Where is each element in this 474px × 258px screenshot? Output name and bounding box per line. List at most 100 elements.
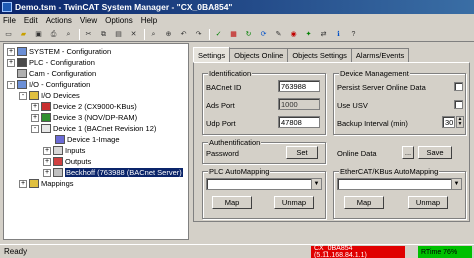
tree-label: Outputs bbox=[65, 157, 92, 166]
save-online-data-button[interactable]: Save bbox=[418, 146, 452, 159]
tree-item-beckhoff-bacnet-server[interactable]: + Beckhoff (763988 (BACnet Server) bbox=[43, 167, 183, 178]
new-file-icon[interactable]: ▭ bbox=[2, 28, 15, 40]
tab-strip: Settings Objects Online Objects Settings… bbox=[193, 47, 410, 62]
ethercat-map-button[interactable]: Map bbox=[344, 196, 384, 209]
bacnet-id-field[interactable]: 763988 bbox=[278, 80, 320, 92]
cam-icon bbox=[17, 69, 27, 78]
tab-objects-online[interactable]: Objects Online bbox=[229, 48, 289, 62]
open-folder-icon[interactable]: ▰ bbox=[17, 28, 30, 40]
zoom-icon[interactable]: ⊕ bbox=[162, 28, 175, 40]
save-icon[interactable]: ▣ bbox=[32, 28, 45, 40]
menu-options[interactable]: Options bbox=[105, 16, 133, 25]
expand-icon[interactable]: + bbox=[7, 58, 15, 67]
toggle-free-run-icon[interactable]: ✎ bbox=[272, 28, 285, 40]
title-bar: Demo.tsm - TwinCAT System Manager - "CX_… bbox=[0, 0, 474, 14]
restart-run-icon[interactable]: ↻ bbox=[242, 28, 255, 40]
expand-icon[interactable]: + bbox=[31, 113, 39, 122]
find-icon[interactable]: ⌕ bbox=[147, 28, 160, 40]
expand-icon[interactable]: + bbox=[7, 47, 15, 56]
tree-item-system[interactable]: + SYSTEM - Configuration bbox=[7, 46, 111, 57]
tree-item-device-1-image[interactable]: Device 1-Image bbox=[55, 134, 120, 145]
ethercat-automapping-select[interactable]: ▼ bbox=[337, 178, 462, 190]
config-mode-icon[interactable]: ⟳ bbox=[257, 28, 270, 40]
bacnet-server-icon bbox=[53, 168, 63, 177]
check-configuration-icon[interactable]: ✓ bbox=[212, 28, 225, 40]
tab-settings[interactable]: Settings bbox=[193, 47, 231, 62]
network-icon[interactable]: ⇄ bbox=[317, 28, 330, 40]
print-icon[interactable]: ⎙ bbox=[47, 28, 60, 40]
chevron-down-icon: ▼ bbox=[311, 179, 321, 189]
choose-target-icon[interactable]: ◉ bbox=[287, 28, 300, 40]
tree-item-device-2[interactable]: + Device 2 (CX9000-KBus) bbox=[31, 101, 137, 112]
copy-icon[interactable]: ⧉ bbox=[97, 28, 110, 40]
help-icon[interactable]: ? bbox=[347, 28, 360, 40]
nov-dpram-icon bbox=[41, 113, 51, 122]
browse-button[interactable]: ... bbox=[402, 146, 414, 159]
collapse-icon[interactable]: - bbox=[31, 124, 39, 133]
collapse-icon[interactable]: - bbox=[7, 80, 15, 89]
backup-interval-field[interactable]: 30 bbox=[442, 116, 455, 128]
settings-panel: Identification BACnet ID 763988 Ads Port… bbox=[193, 62, 470, 222]
print-preview-icon[interactable]: ⌕ bbox=[62, 28, 75, 40]
menu-actions[interactable]: Actions bbox=[46, 16, 72, 25]
tree-item-mappings[interactable]: + Mappings bbox=[19, 178, 74, 189]
cut-icon[interactable]: ✂ bbox=[82, 28, 95, 40]
group-title: EtherCAT/KBus AutoMapping bbox=[339, 167, 440, 176]
plc-unmap-button[interactable]: Unmap bbox=[274, 196, 314, 209]
toolbar-separator bbox=[144, 28, 145, 40]
tree-label: Beckhoff (763988 (BACnet Server) bbox=[65, 168, 183, 177]
backup-interval-spinner[interactable]: ▲ ▼ bbox=[456, 116, 464, 128]
expand-icon[interactable]: + bbox=[43, 157, 51, 166]
activate-configuration-icon[interactable]: ▦ bbox=[227, 28, 240, 40]
system-icon bbox=[17, 47, 27, 56]
ads-port-label: Ads Port bbox=[206, 101, 235, 110]
menu-file[interactable]: File bbox=[3, 16, 16, 25]
persist-online-data-checkbox[interactable] bbox=[454, 82, 463, 91]
udp-port-field[interactable]: 47808 bbox=[278, 116, 320, 128]
menu-edit[interactable]: Edit bbox=[24, 16, 38, 25]
tree-item-device-3[interactable]: + Device 3 (NOV/DP-RAM) bbox=[31, 112, 137, 123]
ethercat-unmap-button[interactable]: Unmap bbox=[408, 196, 448, 209]
toolbar: ▭ ▰ ▣ ⎙ ⌕ ✂ ⧉ ▤ ✕ ⌕ ⊕ ↶ ↷ ✓ ▦ ↻ ⟳ ✎ ◉ ✦ … bbox=[0, 27, 474, 42]
expand-icon[interactable]: + bbox=[31, 102, 39, 111]
plc-map-button[interactable]: Map bbox=[212, 196, 252, 209]
paste-icon[interactable]: ▤ bbox=[112, 28, 125, 40]
scan-devices-icon[interactable]: ✦ bbox=[302, 28, 315, 40]
tree-item-io[interactable]: - I/O - Configuration bbox=[7, 79, 90, 90]
info-icon[interactable]: ℹ bbox=[332, 28, 345, 40]
tree-item-cam[interactable]: Cam - Configuration bbox=[17, 68, 96, 79]
undo-icon[interactable]: ↶ bbox=[177, 28, 190, 40]
persist-online-data-label: Persist Server Online Data bbox=[337, 83, 426, 92]
target-system-status[interactable]: CX_0BA854 (5.11.168.84.1.1) bbox=[311, 245, 405, 258]
tree-item-plc[interactable]: + PLC - Configuration bbox=[7, 57, 95, 68]
tab-objects-settings[interactable]: Objects Settings bbox=[287, 48, 352, 62]
image-icon bbox=[55, 135, 65, 144]
menu-view[interactable]: View bbox=[80, 16, 97, 25]
use-usv-checkbox[interactable] bbox=[454, 100, 463, 109]
kbus-device-icon bbox=[41, 102, 51, 111]
chevron-down-icon: ▼ bbox=[451, 179, 461, 189]
tree-label: Mappings bbox=[41, 179, 74, 188]
expand-icon[interactable]: + bbox=[43, 168, 51, 177]
toolbar-separator bbox=[79, 28, 80, 40]
window-title: Demo.tsm - TwinCAT System Manager - "CX_… bbox=[15, 2, 233, 12]
plc-automapping-select[interactable]: ▼ bbox=[206, 178, 322, 190]
configuration-tree[interactable]: + SYSTEM - Configuration + PLC - Configu… bbox=[3, 43, 189, 240]
set-password-button[interactable]: Set bbox=[286, 146, 318, 159]
group-title: Identification bbox=[208, 69, 253, 78]
tree-item-io-devices[interactable]: - I/O Devices bbox=[19, 90, 80, 101]
tree-label: SYSTEM - Configuration bbox=[29, 47, 112, 56]
collapse-icon[interactable]: - bbox=[19, 91, 27, 100]
expand-icon[interactable]: + bbox=[19, 179, 27, 188]
expand-icon[interactable]: + bbox=[43, 146, 51, 155]
tree-label: Inputs bbox=[65, 146, 86, 155]
tree-label: PLC - Configuration bbox=[29, 58, 95, 67]
menu-help[interactable]: Help bbox=[141, 16, 157, 25]
tree-item-outputs[interactable]: + Outputs bbox=[43, 156, 91, 167]
tree-item-device-1[interactable]: - Device 1 (BACnet Revision 12) bbox=[31, 123, 156, 134]
redo-icon[interactable]: ↷ bbox=[192, 28, 205, 40]
delete-icon[interactable]: ✕ bbox=[127, 28, 140, 40]
tab-alarms-events[interactable]: Alarms/Events bbox=[350, 48, 410, 62]
tree-label: Device 3 (NOV/DP-RAM) bbox=[53, 113, 138, 122]
tree-item-inputs[interactable]: + Inputs bbox=[43, 145, 85, 156]
